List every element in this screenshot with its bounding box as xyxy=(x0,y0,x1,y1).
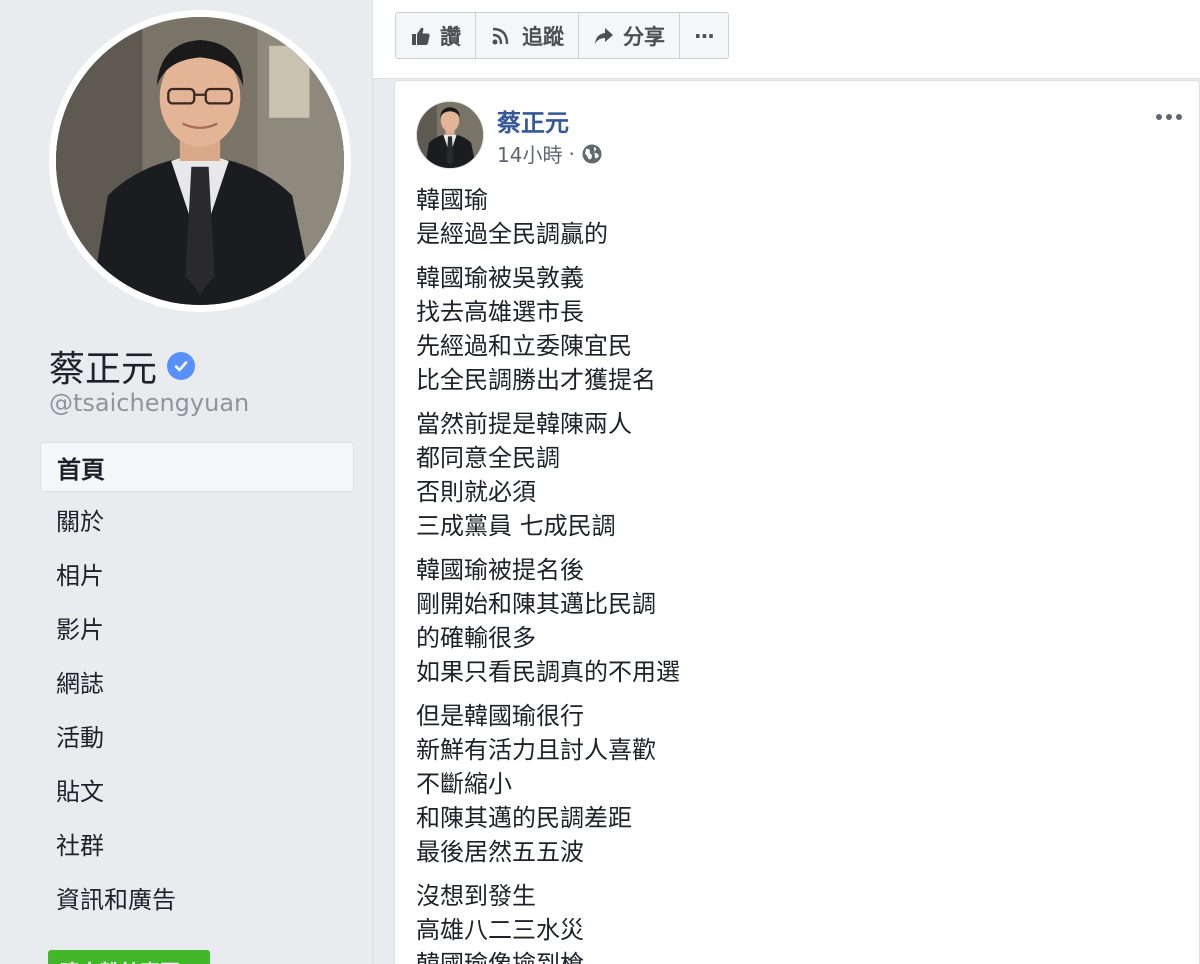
post-text-line: 剛開始和陳其邁比民調 xyxy=(416,590,656,618)
page-title: 蔡正元 xyxy=(49,340,196,392)
post-text-line: 都同意全民調 xyxy=(416,444,560,472)
post-paragraph: 韓國瑜是經過全民調贏的 xyxy=(416,183,1176,251)
post-meta: 14小時 · xyxy=(497,139,603,168)
follow-button[interactable]: 追蹤 xyxy=(476,13,579,58)
action-button-group: 讚 追蹤 分享 ··· xyxy=(395,12,729,59)
nav-item-info-ads[interactable]: 資訊和廣告 xyxy=(40,870,354,924)
more-actions-button[interactable]: ··· xyxy=(680,13,728,58)
share-button-label: 分享 xyxy=(623,24,665,49)
post-text-line: 沒想到發生 xyxy=(416,882,536,910)
page-username[interactable]: @tsaichengyuan xyxy=(49,389,249,417)
post-text-line: 韓國瑜被吳敦義 xyxy=(416,264,584,292)
nav-item-photos[interactable]: 相片 xyxy=(40,546,354,600)
share-arrow-icon xyxy=(593,25,615,47)
post-text-line: 是經過全民調贏的 xyxy=(416,220,608,248)
post-text-line: 否則就必須 xyxy=(416,478,536,506)
post-text-line: 當然前提是韓陳兩人 xyxy=(416,410,632,438)
post-text-line: 如果只看民調真的不用選 xyxy=(416,658,680,686)
post-text-line: 韓國瑜 xyxy=(416,186,488,214)
post-text-line: 最後居然五五波 xyxy=(416,838,584,866)
nav-item-posts[interactable]: 貼文 xyxy=(40,762,354,816)
dot-icon xyxy=(1156,114,1162,120)
post-paragraph: 韓國瑜被提名後剛開始和陳其邁比民調 的確輸很多如果只看民調真的不用選 xyxy=(416,553,1176,689)
post-text-line: 先經過和立委陳宜民 xyxy=(416,332,632,360)
post-options-button[interactable] xyxy=(1151,103,1187,131)
post-paragraph: 韓國瑜被吳敦義 找去高雄選市長先經過和立委陳宜民 比全民調勝出才獲提名 xyxy=(416,261,1176,397)
page-nav: 首頁 關於 相片 影片 網誌 活動 貼文 社群 資訊和廣告 xyxy=(40,442,354,924)
follow-button-label: 追蹤 xyxy=(522,24,564,49)
post-text-line: 高雄八二三水災 xyxy=(416,916,584,944)
post-text-line: 的確輸很多 xyxy=(416,624,536,652)
post-text-line: 韓國瑜像撿到槍 xyxy=(416,950,584,964)
share-button[interactable]: 分享 xyxy=(579,13,680,58)
meta-separator: · xyxy=(568,141,575,166)
post-body: 韓國瑜是經過全民調贏的 韓國瑜被吳敦義 找去高雄選市長先經過和立委陳宜民 比全民調勝出… xyxy=(416,183,1176,964)
dot-icon xyxy=(1176,114,1182,120)
profile-picture[interactable] xyxy=(49,10,351,312)
post-paragraph: 當然前提是韓陳兩人 都同意全民調 否則就必須三成黨員 七成民調 xyxy=(416,407,1176,543)
rss-follow-icon xyxy=(490,25,514,47)
profile-photo xyxy=(56,17,344,305)
post-author-avatar[interactable] xyxy=(416,101,484,169)
nav-item-events[interactable]: 活動 xyxy=(40,708,354,762)
post-text-line: 韓國瑜被提名後 xyxy=(416,556,584,584)
post-text-line: 找去高雄選市長 xyxy=(416,298,584,326)
globe-icon[interactable] xyxy=(581,143,603,165)
post-text-line: 和陳其邁的民調差距 xyxy=(416,804,632,832)
sidebar-divider xyxy=(372,0,373,964)
verified-badge-icon xyxy=(167,352,196,380)
nav-item-notes[interactable]: 網誌 xyxy=(40,654,354,708)
post-timestamp[interactable]: 14小時 xyxy=(497,139,562,168)
like-button[interactable]: 讚 xyxy=(396,13,476,58)
post-card: 蔡正元 14小時 · 韓國瑜是經過全民調贏的 韓國瑜被吳敦義 找去高雄選市長先經過和… xyxy=(394,80,1200,964)
post-author-name[interactable]: 蔡正元 xyxy=(497,103,569,138)
page-action-bar: 讚 追蹤 分享 ··· xyxy=(373,0,1200,79)
page-sidebar: 蔡正元 @tsaichengyuan 首頁 關於 相片 影片 網誌 活動 貼文 … xyxy=(0,0,372,964)
post-text-line: 新鮮有活力且討人喜歡 xyxy=(416,736,656,764)
post-text-line: 三成黨員 七成民調 xyxy=(416,512,616,540)
nav-item-community[interactable]: 社群 xyxy=(40,816,354,870)
nav-item-about[interactable]: 關於 xyxy=(40,492,354,546)
nav-item-videos[interactable]: 影片 xyxy=(40,600,354,654)
post-text-line: 比全民調勝出才獲提名 xyxy=(416,366,656,394)
page-name-text: 蔡正元 xyxy=(49,349,158,390)
like-button-label: 讚 xyxy=(440,24,461,49)
post-text-line: 不斷縮小 xyxy=(416,770,512,798)
create-page-button[interactable]: 建立粉絲專頁 xyxy=(48,950,210,964)
post-text-line: 但是韓國瑜很行 xyxy=(416,702,584,730)
more-dots-icon: ··· xyxy=(694,23,715,48)
post-paragraph: 沒想到發生高雄八二三水災韓國瑜像撿到槍 xyxy=(416,879,1176,964)
thumbs-up-icon xyxy=(410,25,432,47)
post-paragraph: 但是韓國瑜很行新鮮有活力且討人喜歡 不斷縮小和陳其邁的民調差距 最後居然五五波 xyxy=(416,699,1176,869)
dot-icon xyxy=(1166,114,1172,120)
nav-item-home[interactable]: 首頁 xyxy=(40,442,354,492)
